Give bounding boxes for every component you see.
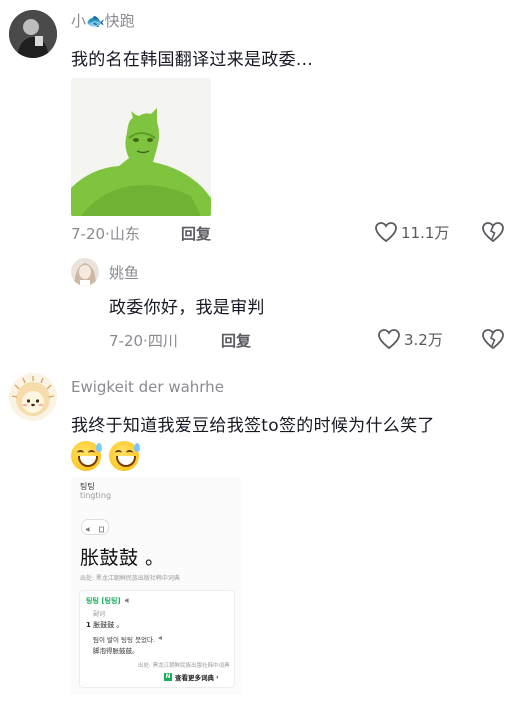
comment-date: 7-20 xyxy=(71,225,106,243)
naver-logo-icon: N xyxy=(164,673,172,681)
emoji-row xyxy=(71,441,141,475)
comment-meta: 7-20·四川 xyxy=(109,330,178,351)
dict-romanization: tingting xyxy=(80,491,112,500)
comment-username[interactable]: 姚鱼 xyxy=(109,262,139,283)
dict-sense-text: 胀鼓鼓 。 xyxy=(93,621,124,629)
comment-username[interactable]: Ewigkeit der wahrhe xyxy=(71,378,224,396)
more-dictionary-label: 查看更多词典 xyxy=(175,674,214,682)
dict-example-ko-text: 팀이 발이 팅팅 붓었다. xyxy=(93,636,156,644)
avatar-photo-icon xyxy=(71,258,99,286)
comment-date: 7-20 xyxy=(109,332,144,350)
broken-heart-icon xyxy=(481,221,505,243)
dict-entry-head[interactable]: 팅팅 [팅팅] xyxy=(86,596,131,606)
avatar-photo-icon xyxy=(9,10,57,58)
dict-entry-box: 팅팅 [팅팅] 副词 1 胀鼓鼓 。 팀이 발이 팅팅 붓었다. 脚泡得胀鼓鼓。… xyxy=(79,590,235,688)
dislike-button[interactable] xyxy=(481,221,505,243)
avatar[interactable] xyxy=(9,10,57,58)
green-figure-image-icon xyxy=(71,78,211,216)
comment-text: 我的名在韩国翻译过来是政委... xyxy=(71,50,314,70)
like-count: 3.2万 xyxy=(404,330,443,349)
reply-button[interactable]: 回复 xyxy=(181,223,211,244)
speaker-icon xyxy=(158,635,164,643)
chevron-right-icon: › xyxy=(216,673,219,681)
dict-meaning: 胀鼓鼓 。 xyxy=(80,547,165,569)
comment-location: 四川 xyxy=(147,332,178,350)
audio-button[interactable] xyxy=(81,519,109,535)
dislike-button[interactable] xyxy=(481,328,505,350)
speaker-icon xyxy=(124,597,131,606)
avatar[interactable] xyxy=(9,373,57,421)
comment-text: 我终于知道我爱豆给我签to签的时候为什么笑了 xyxy=(71,416,435,436)
dict-sense-number: 1 xyxy=(86,621,91,629)
comment-image[interactable] xyxy=(71,78,211,216)
comment-username[interactable]: 小🐟快跑 xyxy=(71,10,135,31)
grinning-sweat-emoji-icon xyxy=(71,441,102,471)
hedgehog-avatar-icon xyxy=(9,373,57,421)
dict-example-ko: 팀이 발이 팅팅 붓었다. xyxy=(93,634,164,644)
comment-meta: 7-20·山东 xyxy=(71,223,140,244)
dict-example-zh: 脚泡得胀鼓鼓。 xyxy=(93,647,139,655)
like-button[interactable]: 11.1万 xyxy=(374,221,449,243)
heart-icon xyxy=(377,328,401,350)
dict-entry-source: 出处: 黑龙江朝鲜民族出版社韩中词典 xyxy=(138,663,230,669)
comment-location: 山东 xyxy=(109,225,140,243)
avatar[interactable] xyxy=(71,258,99,286)
comment-text: 政委你好，我是审判 xyxy=(109,298,265,318)
speaker-icon xyxy=(85,518,92,537)
broken-heart-icon xyxy=(481,328,505,350)
more-dictionary-link[interactable]: N 查看更多词典 › xyxy=(164,672,219,682)
dict-sense: 1 胀鼓鼓 。 xyxy=(86,620,123,630)
dict-entry-word: 팅팅 [팅팅] xyxy=(86,597,121,605)
comment-image[interactable]: 팅팅 tingting 胀鼓鼓 。 出处: 黑龙江朝鲜民族出版社韩中词典 팅팅 … xyxy=(71,477,241,695)
heart-icon xyxy=(374,221,398,243)
dict-source: 出处: 黑龙江朝鲜民族出版社韩中词典 xyxy=(80,575,180,582)
grinning-sweat-emoji-icon xyxy=(109,441,141,471)
like-count: 11.1万 xyxy=(401,223,450,242)
reply-button[interactable]: 回复 xyxy=(221,330,251,351)
like-button[interactable]: 3.2万 xyxy=(377,328,443,350)
dict-entry-pos: 副词 xyxy=(93,611,106,618)
copy-icon xyxy=(98,518,105,537)
